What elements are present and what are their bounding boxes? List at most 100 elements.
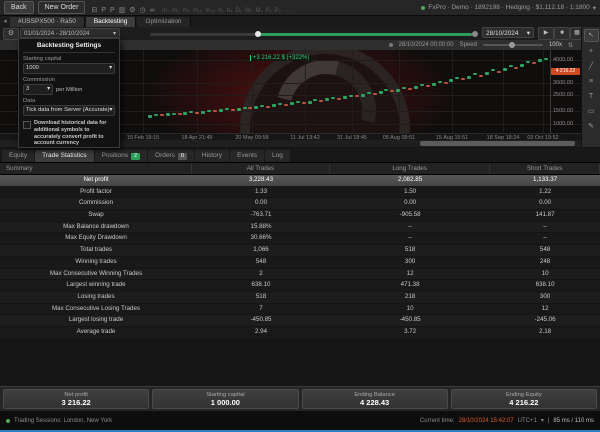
text-tool-icon[interactable]: T xyxy=(585,91,598,102)
equity-dash xyxy=(532,61,537,64)
pencil-icon[interactable]: P xyxy=(99,7,108,14)
chart-type-icon[interactable]: ▥ xyxy=(117,7,128,14)
table-row[interactable]: Winning trades 548 300 248 xyxy=(0,256,600,269)
column-header[interactable]: All Trades xyxy=(192,163,330,174)
stat-label: Largest losing trade xyxy=(68,316,124,324)
commission-value: 3 xyxy=(26,86,30,92)
timeframe-icon-10[interactable]: P₁ xyxy=(264,8,273,14)
tab-equity[interactable]: Equity xyxy=(2,150,35,162)
progress-handle[interactable] xyxy=(255,31,261,37)
tab-events[interactable]: Events xyxy=(230,150,264,162)
stat-label: Max Consecutive Winning Trades xyxy=(49,269,143,277)
shape-tool-icon[interactable]: ▭ xyxy=(585,106,598,117)
commission-input[interactable]: 3 ▾ xyxy=(23,84,53,95)
speed-slider[interactable] xyxy=(482,42,543,48)
timeframe-icon-4[interactable]: m₃₀ xyxy=(204,8,217,14)
equity-dash xyxy=(183,111,188,115)
tab-backtesting[interactable]: Backtesting xyxy=(85,17,137,27)
timeframe-icon-3[interactable]: m₁₅ xyxy=(191,8,203,14)
stat-all: -763.71 xyxy=(250,211,272,219)
print-icon[interactable]: ⊟ xyxy=(89,7,99,14)
tab-positions[interactable]: Positions 2 xyxy=(94,150,148,162)
timeframe-icon-0[interactable]: m₁ xyxy=(161,8,171,14)
table-row[interactable]: Total trades 1,066 518 548 xyxy=(0,245,600,257)
equity-dash xyxy=(260,104,265,107)
backtest-end-date[interactable]: 28/10/2024 ▾ xyxy=(482,27,534,38)
tab-optimization[interactable]: Optimization xyxy=(137,17,191,27)
tab-history[interactable]: History xyxy=(194,150,230,162)
equity-dash xyxy=(224,108,229,111)
trendline-icon[interactable]: ╱ xyxy=(585,61,598,72)
stat-all: 1,066 xyxy=(253,246,269,254)
column-header[interactable]: Long Trades xyxy=(330,163,491,174)
stat-long: -450.85 xyxy=(399,316,421,324)
equity-dash xyxy=(343,96,348,100)
stat-long: – xyxy=(408,222,412,230)
tabs-back-arrow-icon[interactable]: ◂ xyxy=(0,17,10,27)
fibonacci-icon[interactable]: ≡ xyxy=(585,76,598,87)
equity-dash xyxy=(254,105,259,109)
equity-dash xyxy=(278,103,283,106)
account-info[interactable]: FxPro · Demo · 1892198 · Hedging · $1,11… xyxy=(421,4,596,12)
timeframe-icon-7[interactable]: D₁ xyxy=(234,8,243,14)
table-row[interactable]: Max Consecutive Winning Trades 2 12 10 xyxy=(0,268,600,281)
table-row[interactable]: Max Balance drawdown 15.88% – – xyxy=(0,221,600,234)
stat-all: 7 xyxy=(259,304,263,312)
table-row[interactable]: Net profit 3,228.43 2,082.85 1,133.37 xyxy=(0,175,600,187)
stat-short: 248 xyxy=(539,257,551,265)
back-button[interactable]: Back xyxy=(4,1,34,14)
timeframe-icon-1[interactable]: m₂ xyxy=(171,8,181,14)
stat-label: Max Consecutive Losing Trades xyxy=(51,304,141,312)
crosshair-icon[interactable]: + xyxy=(585,46,598,57)
equity-dash xyxy=(402,86,407,89)
link-icon[interactable]: ∞ xyxy=(148,7,157,14)
tab-label: Equity xyxy=(9,152,28,159)
table-row[interactable]: Largest winning trade 638.10 471.38 638.10 xyxy=(0,280,600,292)
timeframe-icon-8[interactable]: W₁ xyxy=(243,8,254,14)
equity-dash xyxy=(295,101,300,104)
tab-orders[interactable]: Orders 0 xyxy=(148,150,194,162)
gridline-v xyxy=(503,50,504,133)
tab-trade-statistics[interactable]: Trade Statistics xyxy=(35,150,94,162)
settings-gear-icon[interactable]: ⚙ xyxy=(3,28,19,40)
table-row[interactable]: Swap -763.71 -905.58 141.87 xyxy=(0,210,600,222)
timeframe-icon-6[interactable]: h₄ xyxy=(225,8,234,14)
stat-long: -905.58 xyxy=(399,211,421,219)
play-button[interactable]: ▶ xyxy=(538,27,554,40)
speed-stepper-icon[interactable]: ⇅ xyxy=(568,42,573,49)
download-data-checkbox[interactable] xyxy=(23,121,31,129)
chart-scrollbar-thumb[interactable] xyxy=(420,141,575,146)
alarm-icon[interactable]: ◷ xyxy=(138,7,148,14)
equity-dash xyxy=(431,82,436,86)
gear-icon[interactable]: ⚙ xyxy=(127,7,137,14)
table-row[interactable]: Average trade 2.94 3.72 2.18 xyxy=(0,326,600,339)
gridline-v xyxy=(543,50,544,133)
stop-button[interactable]: ■ xyxy=(554,27,570,40)
timeframe-icon-2[interactable]: m₅ xyxy=(181,8,191,14)
new-order-button[interactable]: New Order xyxy=(37,1,86,14)
speed-slider-handle[interactable] xyxy=(508,42,515,48)
timezone-value[interactable]: UTC+1 xyxy=(518,418,537,424)
tab-symbol[interactable]: #USSPX500 · Ra50 xyxy=(10,17,85,27)
table-row[interactable]: Max Equity Drawdown 30.66% – – xyxy=(0,233,600,246)
tab-log[interactable]: Log xyxy=(265,150,290,162)
table-row[interactable]: Losing trades 518 218 300 xyxy=(0,291,600,304)
table-row[interactable]: Profit factor 1.33 1.50 1.22 xyxy=(0,186,600,199)
column-header[interactable]: Short Trades xyxy=(490,163,600,174)
marker-icon[interactable]: P xyxy=(108,7,117,14)
draw-tool-icon[interactable]: ✎ xyxy=(585,121,598,132)
table-row[interactable]: Commission 0.00 0.00 0.00 xyxy=(0,198,600,211)
timeframe-icon-9[interactable]: M₁ xyxy=(254,8,264,14)
pointer-icon[interactable]: ↖ xyxy=(583,29,599,42)
table-row[interactable]: Largest losing trade -450.85 -450.85 -245.0… xyxy=(0,315,600,327)
column-header[interactable]: Summary xyxy=(0,163,192,174)
summary-card-ending-balance: Ending Balance 4 228.43 xyxy=(301,389,448,409)
equity-dash xyxy=(366,92,371,95)
date-range-dropdown[interactable]: 01/01/2024 - 28/10/2024 ▾ xyxy=(20,28,120,38)
data-source-select[interactable]: Tick data from Server (Accurate) ▾ xyxy=(23,105,115,116)
timeframe-icon-5[interactable]: h₁ xyxy=(217,8,225,14)
starting-capital-select[interactable]: 1000 ▾ xyxy=(23,63,115,74)
summary-card-net-profit: Net profit 3 216.22 xyxy=(3,389,150,409)
timeframe-icon-12[interactable]: … xyxy=(282,8,291,14)
table-row[interactable]: Max Consecutive Losing Trades 7 10 12 xyxy=(0,303,600,316)
